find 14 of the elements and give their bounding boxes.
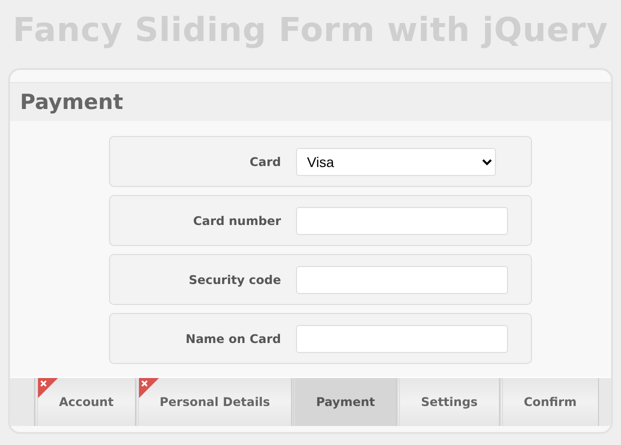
field-label: Card number [192,214,281,228]
tab[interactable]: Payment [292,378,398,426]
tab[interactable]: Account [35,378,136,426]
field-label: Card [248,154,281,168]
form-heading: Payment [10,82,611,121]
field-label: Name on Card [184,332,281,346]
card-select[interactable]: Visa [296,148,496,176]
tab[interactable]: Confirm [500,378,599,426]
input-field[interactable] [296,266,508,294]
tab[interactable]: Personal Details [136,378,292,426]
tab[interactable]: Settings [397,378,500,426]
input-field[interactable] [296,206,508,234]
input-field[interactable] [296,324,508,352]
field-label: Security code [188,272,281,286]
